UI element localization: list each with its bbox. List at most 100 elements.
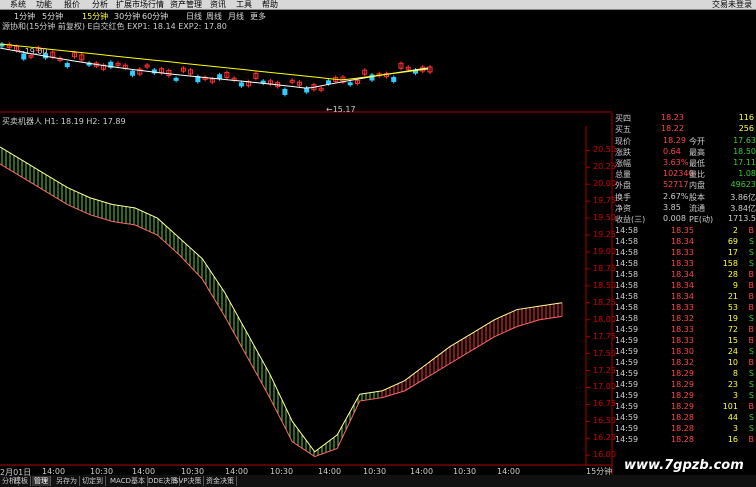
tick-volume: 17 — [727, 248, 738, 257]
stat-value: 3.86亿 — [730, 193, 756, 202]
x-tick-label: 10:30 — [181, 467, 205, 476]
bid-row: 买五 18.22 256 — [613, 124, 756, 135]
stat-label: 流通 — [689, 204, 705, 213]
stat-label: 内盘 — [689, 181, 705, 190]
stat-value: 49623 — [730, 180, 756, 189]
stat-label: 今开 — [689, 137, 705, 146]
tick-price: 18.28 — [671, 424, 694, 433]
tick-volume: 2 — [732, 226, 738, 235]
stat-label: 股本 — [689, 193, 705, 202]
bottom-tab-2[interactable]: 管理 — [32, 476, 51, 486]
stat-row: 外盘 52717 内盘 49623 — [613, 180, 756, 191]
y-tick-label: 16.50 — [593, 416, 616, 426]
tick-row: 14:58 18.35 2 B — [613, 226, 756, 237]
tick-time: 14:59 — [615, 336, 639, 345]
x-tick-label: 14:00 — [410, 467, 434, 476]
bottom-tab-4[interactable]: 切定到 — [80, 476, 106, 486]
tick-side: S — [748, 347, 754, 356]
y-tick-label: 17.50 — [593, 348, 616, 358]
tick-row: 14:59 18.29 8 S — [613, 369, 756, 380]
tick-row: 14:58 18.33 17 S — [613, 248, 756, 259]
candle-body — [130, 70, 136, 76]
bid-volume: 116 — [738, 113, 754, 122]
tick-time: 14:58 — [615, 281, 639, 290]
stat-row: 总量 102340 量比 1.08 — [613, 169, 756, 180]
y-tick-label: 17.25 — [593, 365, 616, 375]
tick-side: B — [748, 402, 755, 411]
tick-price: 18.34 — [671, 281, 694, 290]
tick-time: 14:58 — [615, 248, 639, 257]
bottom-tab-5[interactable]: MACD基本 — [108, 476, 148, 486]
tick-row: 14:59 18.33 15 B — [613, 336, 756, 347]
tick-side: S — [748, 314, 754, 323]
low-price-label: ←15.17 — [326, 105, 356, 114]
tick-price: 18.33 — [671, 248, 694, 257]
tick-row: 14:58 18.34 28 B — [613, 270, 756, 281]
stat-value: 0.008 — [663, 214, 686, 223]
candle-body — [64, 63, 70, 68]
stat-row: 净资 3.85 流通 3.84亿 — [613, 203, 756, 214]
tick-volume: 53 — [727, 303, 738, 312]
tick-side: B — [748, 325, 755, 334]
tick-time: 14:59 — [615, 424, 639, 433]
stat-value: 2.67% — [663, 192, 689, 201]
tick-row: 14:59 18.29 3 S — [613, 391, 756, 402]
tick-time: 14:59 — [615, 402, 639, 411]
tick-volume: 72 — [727, 325, 738, 334]
y-tick-label: 19.50 — [593, 213, 616, 223]
y-tick-label: 20.50 — [593, 145, 616, 155]
tick-volume: 24 — [727, 347, 738, 356]
tick-row: 14:58 18.32 19 S — [613, 314, 756, 325]
tick-volume: 3 — [732, 391, 738, 400]
stat-value: 52717 — [663, 180, 689, 189]
tick-row: 14:58 18.33 158 S — [613, 259, 756, 270]
tick-row: 14:59 18.29 23 S — [613, 380, 756, 391]
tick-price: 18.32 — [671, 358, 694, 367]
stat-value: 0.64 — [663, 147, 681, 156]
y-tick-label: 18.75 — [593, 263, 616, 273]
bottom-tab-7[interactable]: SVP决策 — [172, 476, 205, 486]
y-tick-label: 18.00 — [593, 314, 616, 324]
tick-time: 14:58 — [615, 292, 639, 301]
tick-row: 14:59 18.32 10 B — [613, 358, 756, 369]
tick-row: 14:59 18.28 3 S — [613, 424, 756, 435]
bid-label: 买五 — [615, 125, 631, 134]
tick-volume: 15 — [727, 336, 738, 345]
tick-price: 18.29 — [671, 402, 694, 411]
tick-price: 18.29 — [671, 380, 694, 389]
tick-side: S — [748, 259, 754, 268]
tick-row: 14:59 18.30 24 S — [613, 347, 756, 358]
stat-label: 最低 — [689, 159, 705, 168]
tick-row: 14:58 18.34 9 B — [613, 281, 756, 292]
candle-body — [391, 76, 397, 82]
x-tick-label: 14:00 — [497, 467, 521, 476]
stat-row: 现价 18.29 今开 17.63 — [613, 136, 756, 147]
stat-label: 量比 — [689, 170, 705, 179]
bottom-tab-3[interactable]: 另存为 — [54, 476, 80, 486]
stat-value: 1.08 — [738, 169, 756, 178]
tick-time: 14:59 — [615, 325, 639, 334]
stat-value: 1713.5 — [728, 214, 756, 223]
tick-volume: 69 — [727, 237, 738, 246]
candle-body — [217, 74, 223, 80]
stat-label: 涨幅 — [615, 159, 631, 168]
bottom-tab-8[interactable]: 资金决策 — [204, 476, 237, 486]
tick-price: 18.33 — [671, 325, 694, 334]
h1-line — [0, 146, 563, 453]
candle-body — [282, 88, 288, 95]
stat-label: 换手 — [615, 193, 631, 202]
bid-price: 18.23 — [661, 113, 684, 122]
tick-side: B — [748, 226, 755, 235]
bid-label: 买四 — [615, 114, 631, 123]
tick-price: 18.34 — [671, 292, 694, 301]
quote-panel: 买四 18.23 116 买五 18.22 256 现价 18.29 今开 17.63 涨跌 0.64… — [613, 113, 756, 444]
tick-side: S — [748, 248, 754, 257]
tick-volume: 23 — [727, 380, 738, 389]
tick-volume: 158 — [722, 259, 738, 268]
tick-time: 14:58 — [615, 226, 639, 235]
tick-side: B — [748, 303, 755, 312]
tick-price: 18.33 — [671, 303, 694, 312]
y-tick-label: 17.00 — [593, 382, 616, 392]
bid-volume: 256 — [738, 124, 754, 133]
y-tick-label: 16.00 — [593, 450, 616, 460]
